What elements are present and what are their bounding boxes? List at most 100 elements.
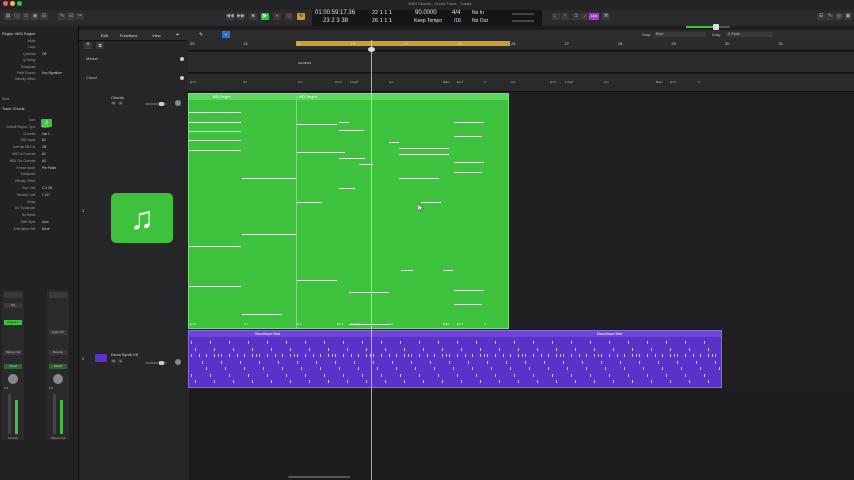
view-menu[interactable]: View xyxy=(152,33,161,38)
track-param-row[interactable]: Transpose: xyxy=(2,172,76,177)
drummer-region[interactable]: Discotheque Beat Discotheque Beat xyxy=(188,330,722,388)
region-param-row[interactable]: Q-Swing: xyxy=(2,58,76,63)
track-param-row[interactable]: Default Region Type: MIDI xyxy=(2,125,76,130)
region-param-row[interactable]: Velocity Offset: xyxy=(2,77,76,82)
mixer-button[interactable]: ☰ xyxy=(40,13,48,20)
solo-button[interactable]: S xyxy=(118,101,123,105)
marker-track[interactable]: CHORUS xyxy=(188,52,854,73)
browser-icon[interactable]: ▣ xyxy=(844,13,852,20)
track-param-row[interactable]: Internal MIDI In: Off xyxy=(2,145,76,150)
region-param-row[interactable]: Quantize Off xyxy=(2,52,76,57)
track-param-value[interactable]: All xyxy=(42,152,46,157)
zoom-window-button[interactable] xyxy=(17,1,22,6)
track-param-value[interactable]: None xyxy=(42,227,50,232)
strip-plugin-slot-2[interactable]: Audio FX xyxy=(49,330,67,335)
track-param-value[interactable]: 1 127 xyxy=(42,193,50,198)
snap-dropdown[interactable]: Beat xyxy=(654,32,706,37)
notes-icon[interactable]: ✎ xyxy=(826,13,834,20)
midi-note[interactable] xyxy=(339,122,349,123)
track-param-value[interactable]: Pre Fader xyxy=(42,166,56,171)
track-inspector-header[interactable]: Track: Chords xyxy=(2,107,24,111)
track-param-value[interactable]: All xyxy=(42,138,46,143)
region-param-row[interactable]: Loop: xyxy=(2,45,76,50)
minimize-window-button[interactable] xyxy=(10,1,15,6)
midi-note[interactable] xyxy=(399,154,449,155)
strip-automation-read[interactable]: Read xyxy=(4,364,22,369)
marker-add-icon[interactable] xyxy=(180,57,184,61)
chord-symbol[interactable]: Bdim xyxy=(656,80,663,84)
editor-button[interactable]: ✎ xyxy=(58,13,66,20)
track-name-chords[interactable]: Chords xyxy=(111,95,124,100)
stop-icon[interactable]: ■ xyxy=(249,13,257,20)
strip-eq-thumb[interactable] xyxy=(4,292,22,298)
midi-note[interactable] xyxy=(454,172,482,173)
track-param-value[interactable]: MIDI xyxy=(42,125,49,130)
chord-symbol[interactable]: Bdim xyxy=(443,80,450,84)
pan-knob[interactable] xyxy=(8,374,18,384)
inspector-button[interactable]: ⓘ xyxy=(13,13,21,20)
strip-output-3[interactable]: Bounce xyxy=(49,350,67,355)
solo-button-2[interactable]: S xyxy=(118,359,123,363)
track-param-value[interactable]: Off xyxy=(42,145,46,150)
metronome-icon[interactable]: ♩ xyxy=(552,13,560,20)
midi-note[interactable] xyxy=(297,280,337,281)
rewind-icon[interactable]: ◀◀ xyxy=(226,13,234,20)
strip-plugin-slot[interactable]: EQ xyxy=(4,303,22,308)
drum-kit-icon[interactable] xyxy=(95,354,107,362)
forward-icon[interactable]: ▶▶ xyxy=(237,13,245,20)
strip-automation-read-2[interactable]: Read xyxy=(49,364,67,369)
track-param-row[interactable]: Channel: Inst 1 xyxy=(2,132,76,137)
midi-note[interactable] xyxy=(454,290,484,291)
chord-symbol[interactable]: C xyxy=(698,80,700,84)
midi-note[interactable] xyxy=(242,234,296,235)
chord-symbol[interactable]: Am xyxy=(389,80,394,84)
scissors-icon[interactable]: ✂ xyxy=(76,13,84,20)
track-param-row[interactable]: Velocity Limit: 1 127 xyxy=(2,193,76,198)
track-volume-slider-2[interactable] xyxy=(145,361,167,365)
more-disclosure[interactable]: More xyxy=(2,97,9,101)
midi-note[interactable] xyxy=(242,314,282,315)
duplicate-track-button[interactable]: ⧉ xyxy=(96,42,104,49)
cycle-region[interactable] xyxy=(296,41,510,46)
midi-note[interactable] xyxy=(297,202,322,203)
midi-note[interactable] xyxy=(339,188,355,189)
edit-menu[interactable]: Edit xyxy=(101,33,108,38)
region-param-value[interactable]: Key Signature xyxy=(42,71,62,76)
volume-fader-2[interactable] xyxy=(53,394,56,434)
midi-note[interactable] xyxy=(389,142,399,143)
horizontal-scrollbar[interactable] xyxy=(288,476,350,478)
playhead[interactable] xyxy=(371,40,372,480)
volume-fader[interactable] xyxy=(8,394,11,434)
midi-note[interactable] xyxy=(189,246,241,247)
marker-chorus[interactable]: CHORUS xyxy=(298,61,311,65)
track-param-row[interactable]: Key Limit: C-2 G8 xyxy=(2,186,76,191)
chord-symbol[interactable]: Em7 xyxy=(550,80,556,84)
track-param-value[interactable]: Auto xyxy=(42,220,49,225)
mic-icon[interactable]: ♪ xyxy=(581,13,589,20)
midi-region[interactable]: MIDI Region MIDI Region Em7 G7 Am Dm7 Fmaj7 A… xyxy=(188,93,509,329)
track-param-row[interactable]: Icon: xyxy=(2,118,76,123)
lcd-display[interactable]: 01:00:59:17.36 23 2 3 38 22 1 1 1 26 1 1… xyxy=(312,10,542,26)
chord-symbol[interactable]: Fmaj7 xyxy=(350,80,358,84)
region-param-row[interactable]: Mute: xyxy=(2,39,76,44)
chord-symbol[interactable]: Em7 xyxy=(457,80,463,84)
track-param-row[interactable]: Articulation Set: None xyxy=(2,227,76,232)
toolbar-button[interactable]: ▭ xyxy=(22,13,30,20)
chord-symbol[interactable]: Em7 xyxy=(670,80,676,84)
chord-symbol[interactable]: G7 xyxy=(243,80,247,84)
music-note-icon[interactable]: ♫ xyxy=(111,193,173,243)
chord-symbol[interactable]: Am xyxy=(298,80,303,84)
pan-knob-2[interactable] xyxy=(53,374,63,384)
track-param-row[interactable]: MIDI In Channel: All xyxy=(2,152,76,157)
midi-note[interactable] xyxy=(399,148,449,149)
midi-note[interactable] xyxy=(421,202,441,203)
close-window-button[interactable] xyxy=(3,1,8,6)
track-param-row[interactable]: No Reset: xyxy=(2,213,76,218)
midi-note[interactable] xyxy=(454,136,482,137)
track-param-row[interactable]: Velocity Offset: xyxy=(2,179,76,184)
chord-add-icon[interactable] xyxy=(180,76,184,80)
midi-note[interactable] xyxy=(337,152,345,153)
master-volume-slider[interactable] xyxy=(686,24,730,30)
capture-record-icon[interactable]: ◎ xyxy=(285,13,293,20)
strip-output-slot[interactable]: Output 1 xyxy=(4,320,22,325)
